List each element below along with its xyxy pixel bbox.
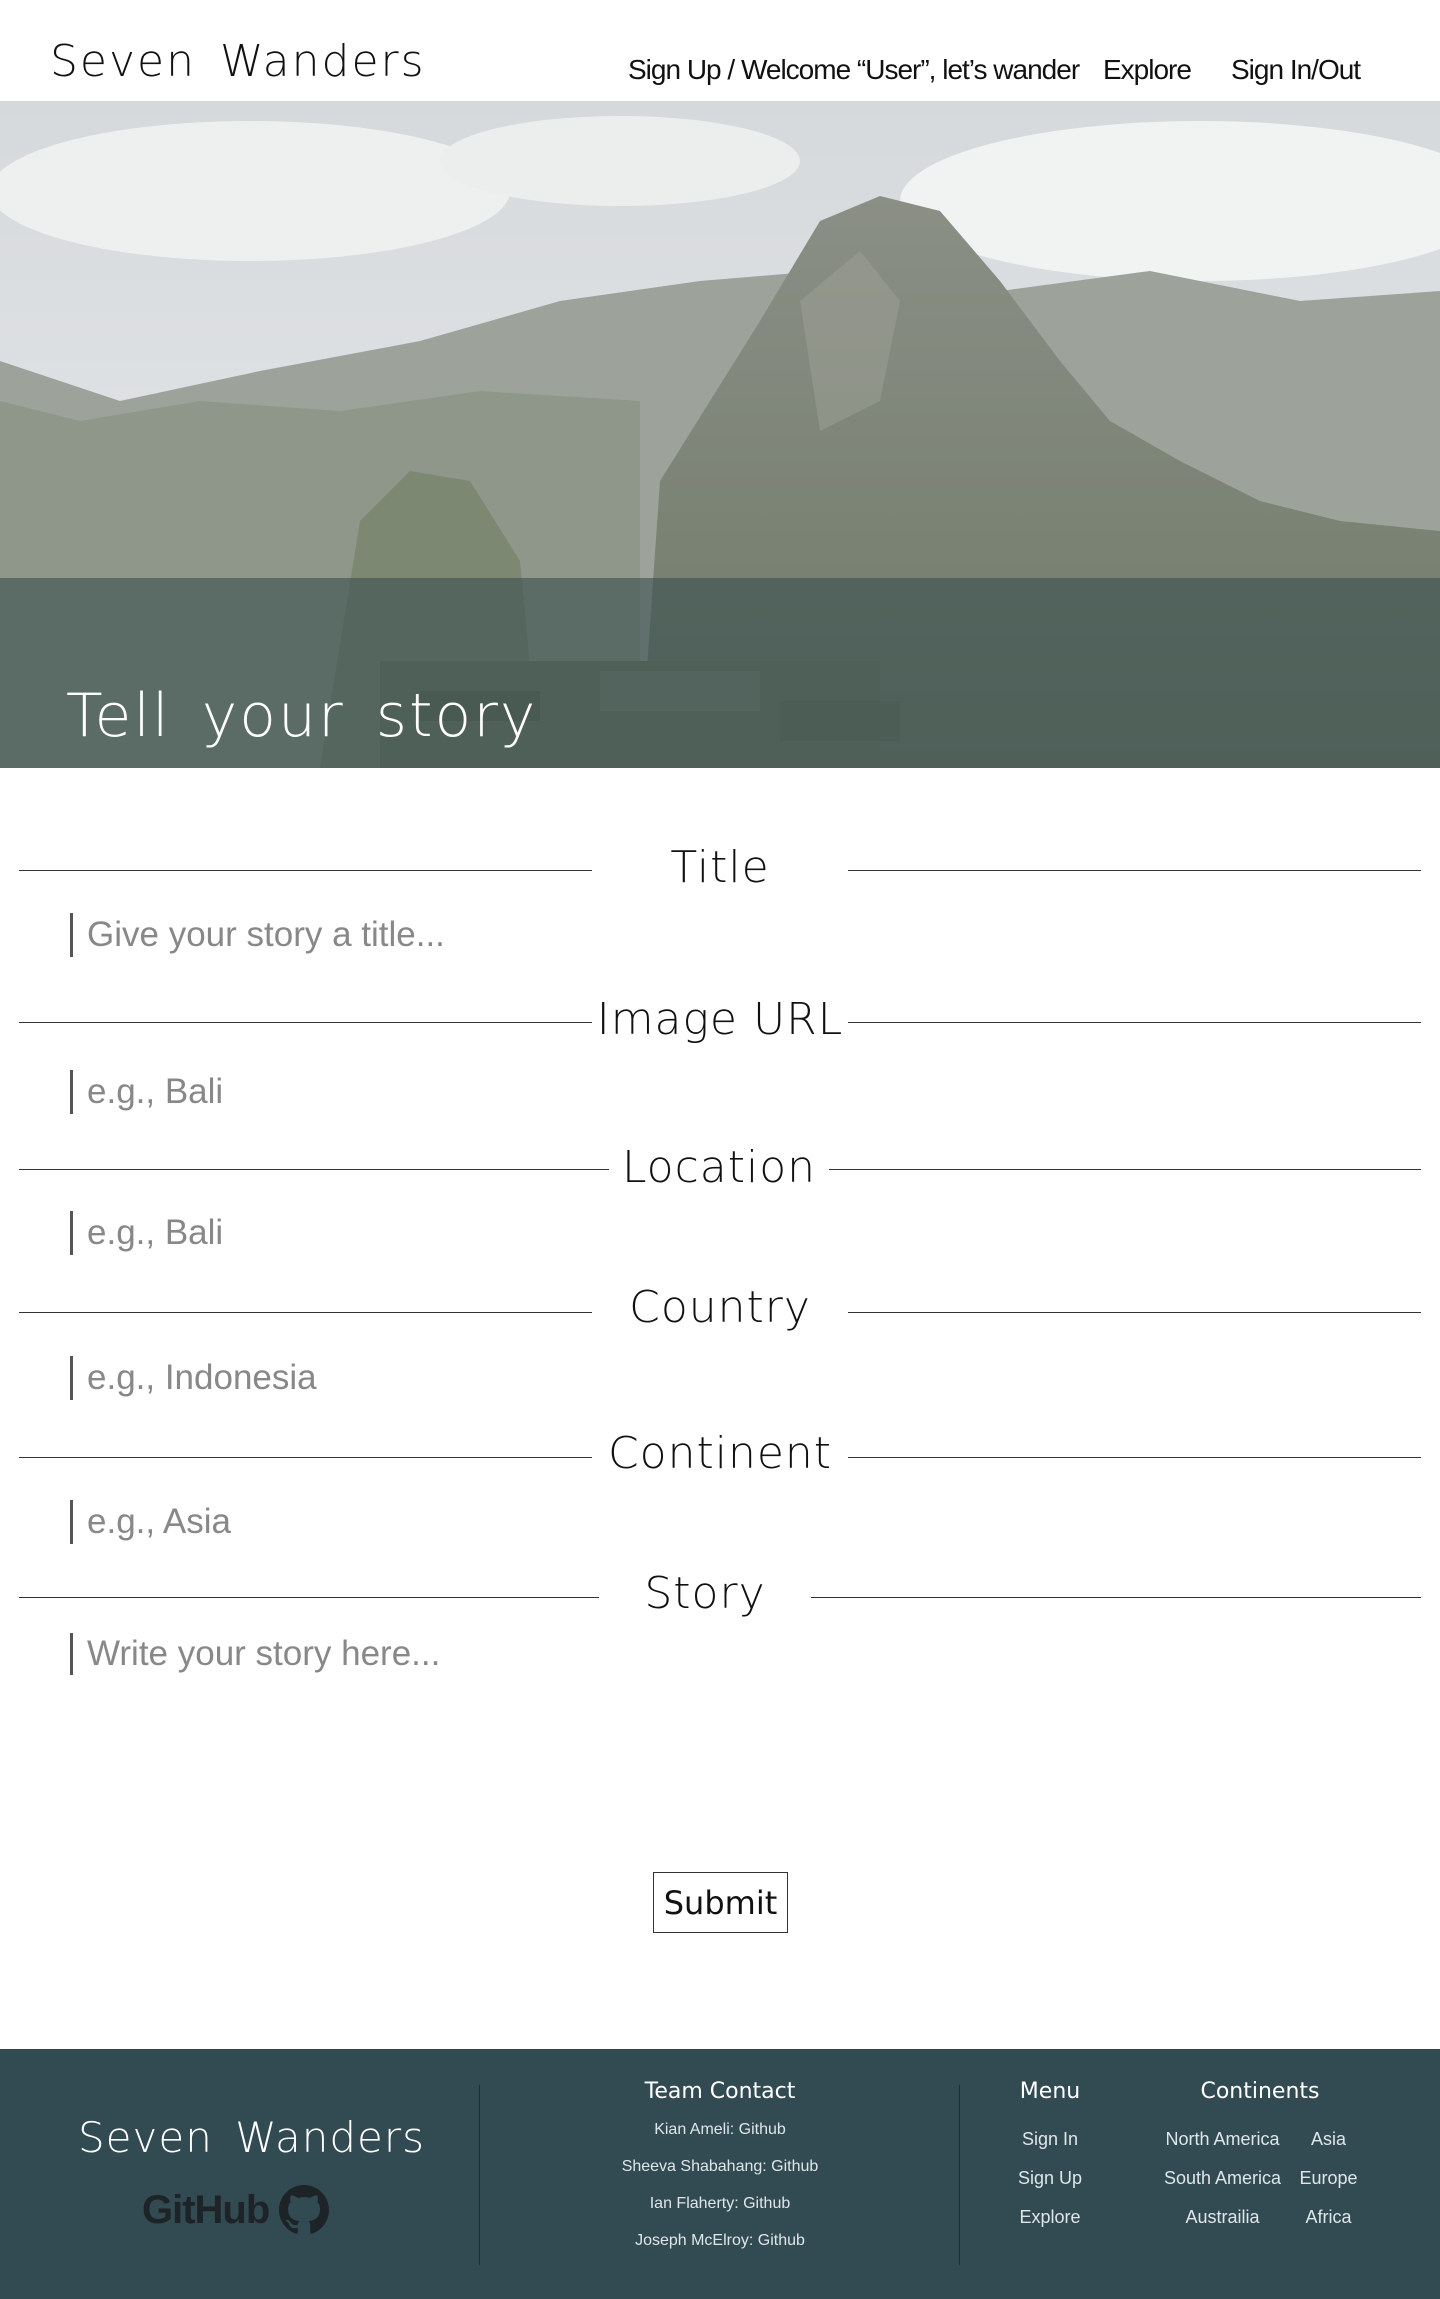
image-url-divider-left <box>19 1022 592 1023</box>
title-input[interactable] <box>70 913 1370 957</box>
footer-menu-explore[interactable]: Explore <box>990 2207 1110 2228</box>
location-divider-right <box>829 1169 1421 1170</box>
image-url-divider-right <box>848 1022 1421 1023</box>
continent-label: Continent <box>607 1428 833 1479</box>
nav-signin-link[interactable]: Sign In/Out <box>1231 54 1361 86</box>
continent-input[interactable] <box>70 1500 1370 1544</box>
image-url-input[interactable] <box>70 1070 1370 1114</box>
title-divider-right <box>848 870 1421 871</box>
github-octocat-icon <box>279 2185 330 2234</box>
story-label: Story <box>644 1568 766 1619</box>
story-divider-right <box>811 1597 1421 1598</box>
title-label: Title <box>670 842 770 893</box>
image-url-label: Image URL <box>596 994 844 1045</box>
nav-signup-link[interactable]: Sign Up / Welcome “User”, let’s wander <box>628 54 1080 86</box>
continent-link-africa[interactable]: Africa <box>1295 2207 1362 2228</box>
menu-heading: Menu <box>1019 2079 1081 2104</box>
story-textarea[interactable] <box>73 1632 1373 1812</box>
continent-divider-left <box>19 1457 592 1458</box>
github-wordmark: GitHub <box>142 2187 270 2232</box>
hero-banner: Tell your story <box>0 101 1440 768</box>
location-label: Location <box>621 1142 817 1193</box>
footer-divider-1 <box>479 2085 480 2265</box>
footer-menu-signin[interactable]: Sign In <box>990 2129 1110 2150</box>
team-member-link[interactable]: Joseph McElroy: Github <box>580 2232 860 2250</box>
footer-brand: Seven Wanders <box>78 2113 426 2162</box>
country-divider-left <box>19 1312 592 1313</box>
continent-link-north-america[interactable]: North America <box>1150 2129 1295 2150</box>
team-member-link[interactable]: Kian Ameli: Github <box>580 2121 860 2139</box>
story-divider-left <box>19 1597 599 1598</box>
location-input[interactable] <box>70 1211 1370 1255</box>
hero-title: Tell your story <box>66 681 538 751</box>
country-divider-right <box>848 1312 1421 1313</box>
continents-heading: Continents <box>1200 2079 1320 2104</box>
footer-menu-signup[interactable]: Sign Up <box>990 2168 1110 2189</box>
continent-divider-right <box>848 1457 1421 1458</box>
country-input[interactable] <box>70 1356 1370 1400</box>
site-footer: Seven Wanders GitHub Team Contact Kian A… <box>0 2049 1440 2299</box>
site-header: Seven Wanders Sign Up / Welcome “User”, … <box>0 0 1440 101</box>
team-member-link[interactable]: Sheeva Shabahang: Github <box>580 2158 860 2176</box>
continent-link-australia[interactable]: Austrailia <box>1150 2207 1295 2228</box>
title-divider-left <box>19 870 592 871</box>
brand-logo[interactable]: Seven Wanders <box>50 36 426 87</box>
location-divider-left <box>19 1169 609 1170</box>
continent-link-europe[interactable]: Europe <box>1295 2168 1362 2189</box>
github-link[interactable]: GitHub <box>142 2185 330 2235</box>
country-label: Country <box>629 1282 811 1333</box>
footer-divider-2 <box>959 2085 960 2265</box>
continent-link-south-america[interactable]: South America <box>1150 2168 1295 2189</box>
team-contact-heading: Team Contact <box>644 2079 796 2104</box>
team-member-link[interactable]: Ian Flaherty: Github <box>580 2195 860 2213</box>
nav-explore-link[interactable]: Explore <box>1103 54 1192 86</box>
submit-button[interactable]: Submit <box>653 1872 788 1933</box>
continent-link-asia[interactable]: Asia <box>1295 2129 1362 2150</box>
